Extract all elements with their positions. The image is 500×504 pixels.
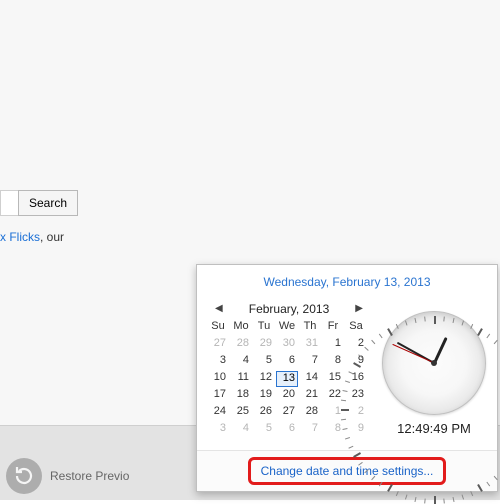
calendar-day[interactable]: 24 <box>207 405 229 421</box>
tray-clock-calendar-popup: Wednesday, February 13, 2013 ◀ February,… <box>196 264 498 492</box>
promo-suffix: , our <box>40 230 64 244</box>
calendar-day[interactable]: 28 <box>299 405 321 421</box>
search-button[interactable]: Search <box>18 190 78 216</box>
calendar-day[interactable]: 3 <box>207 422 229 438</box>
calendar-day[interactable]: 16 <box>345 371 367 387</box>
calendar-day[interactable]: 3 <box>207 354 229 370</box>
calendar-day[interactable]: 6 <box>276 422 298 438</box>
calendar-day[interactable]: 7 <box>299 422 321 438</box>
calendar-month-label: February, 2013 <box>249 302 330 316</box>
clock-tick <box>462 320 464 325</box>
calendar-day[interactable]: 14 <box>299 371 321 387</box>
calendar-day[interactable]: 30 <box>276 337 298 353</box>
next-month-button[interactable]: ▶ <box>351 301 367 316</box>
calendar-day[interactable]: 10 <box>207 371 229 387</box>
clock-tick <box>405 320 407 325</box>
calendar-day[interactable]: 8 <box>322 422 344 438</box>
flicks-link[interactable]: x Flicks <box>0 230 40 244</box>
clock-tick <box>486 334 490 339</box>
clock-tick <box>494 340 498 344</box>
analog-clock <box>382 311 486 415</box>
calendar-day[interactable]: 4 <box>230 354 252 370</box>
search-input[interactable] <box>0 190 18 216</box>
clock-tick <box>348 446 353 449</box>
calendar-day[interactable]: 2 <box>345 337 367 353</box>
calendar-day[interactable]: 21 <box>299 388 321 404</box>
calendar-day[interactable]: 11 <box>230 371 252 387</box>
clock-center-pin <box>431 360 437 366</box>
calendar-day[interactable]: 17 <box>207 388 229 404</box>
calendar-day[interactable]: 4 <box>230 422 252 438</box>
popup-header: Wednesday, February 13, 2013 <box>197 265 497 299</box>
clock-tick <box>341 409 349 411</box>
clock-tick <box>453 318 455 323</box>
calendar-day[interactable]: 27 <box>207 337 229 353</box>
restore-label: Restore Previo <box>50 469 129 483</box>
calendar-day[interactable]: 31 <box>299 337 321 353</box>
calendar-day[interactable]: 1 <box>322 337 344 353</box>
calendar-dow-header: Sa <box>345 320 367 336</box>
clock-tick <box>424 316 426 321</box>
calendar-day[interactable]: 29 <box>253 337 275 353</box>
calendar-dow-header: Mo <box>230 320 252 336</box>
clock-tick <box>434 496 436 504</box>
change-date-time-settings-link[interactable]: Change date and time settings... <box>255 461 440 481</box>
clock-tick <box>379 334 383 339</box>
calendar-day[interactable]: 12 <box>253 371 275 387</box>
clock-tick <box>424 498 426 503</box>
calendar-day[interactable]: 9 <box>345 354 367 370</box>
calendar-day[interactable]: 15 <box>322 371 344 387</box>
clock-tick <box>434 316 436 324</box>
clock-tick <box>387 328 393 336</box>
clock-tick <box>470 324 473 329</box>
tutorial-highlight: Change date and time settings... <box>248 457 447 485</box>
calendar-dow-header: Tu <box>253 320 275 336</box>
calendar-day[interactable]: 9 <box>345 422 367 438</box>
clock-tick <box>477 328 483 336</box>
calendar-day[interactable]: 23 <box>345 388 367 404</box>
calendar-day[interactable]: 2 <box>345 405 367 421</box>
promo-text: x Flicks, our <box>0 230 64 244</box>
calendar-day[interactable]: 6 <box>276 354 298 370</box>
calendar-day[interactable]: 13 <box>276 371 298 387</box>
clock-tick <box>396 324 399 329</box>
calendar-dow-header: Su <box>207 320 229 336</box>
calendar-day[interactable]: 22 <box>322 388 344 404</box>
calendar-day[interactable]: 19 <box>253 388 275 404</box>
clock-tick <box>443 316 445 321</box>
calendar-day[interactable]: 20 <box>276 388 298 404</box>
popup-footer: Change date and time settings... <box>197 450 497 491</box>
search-row: Search <box>0 190 78 216</box>
calendar-day[interactable]: 7 <box>299 354 321 370</box>
calendar-day[interactable]: 28 <box>230 337 252 353</box>
calendar-day[interactable]: 18 <box>230 388 252 404</box>
analog-clock-column: 12:49:49 PM <box>373 299 489 436</box>
prev-month-button[interactable]: ◀ <box>211 301 227 316</box>
clock-tick <box>414 318 416 323</box>
calendar-dow-header: Th <box>299 320 321 336</box>
calendar-day[interactable]: 5 <box>253 354 275 370</box>
restore-previous-session-button[interactable]: Restore Previo <box>6 458 129 494</box>
restore-icon <box>6 458 42 494</box>
digital-time-text: 12:49:49 PM <box>397 421 471 436</box>
full-date-text: Wednesday, February 13, 2013 <box>205 273 489 293</box>
calendar-day[interactable]: 27 <box>276 405 298 421</box>
calendar-day[interactable]: 5 <box>253 422 275 438</box>
calendar-dow-header: Fr <box>322 320 344 336</box>
calendar-day[interactable]: 25 <box>230 405 252 421</box>
calendar-day[interactable]: 8 <box>322 354 344 370</box>
calendar-dow-header: We <box>276 320 298 336</box>
calendar-day[interactable]: 26 <box>253 405 275 421</box>
clock-second-hand <box>392 344 434 364</box>
calendar-header: ◀ February, 2013 ▶ <box>205 299 373 318</box>
